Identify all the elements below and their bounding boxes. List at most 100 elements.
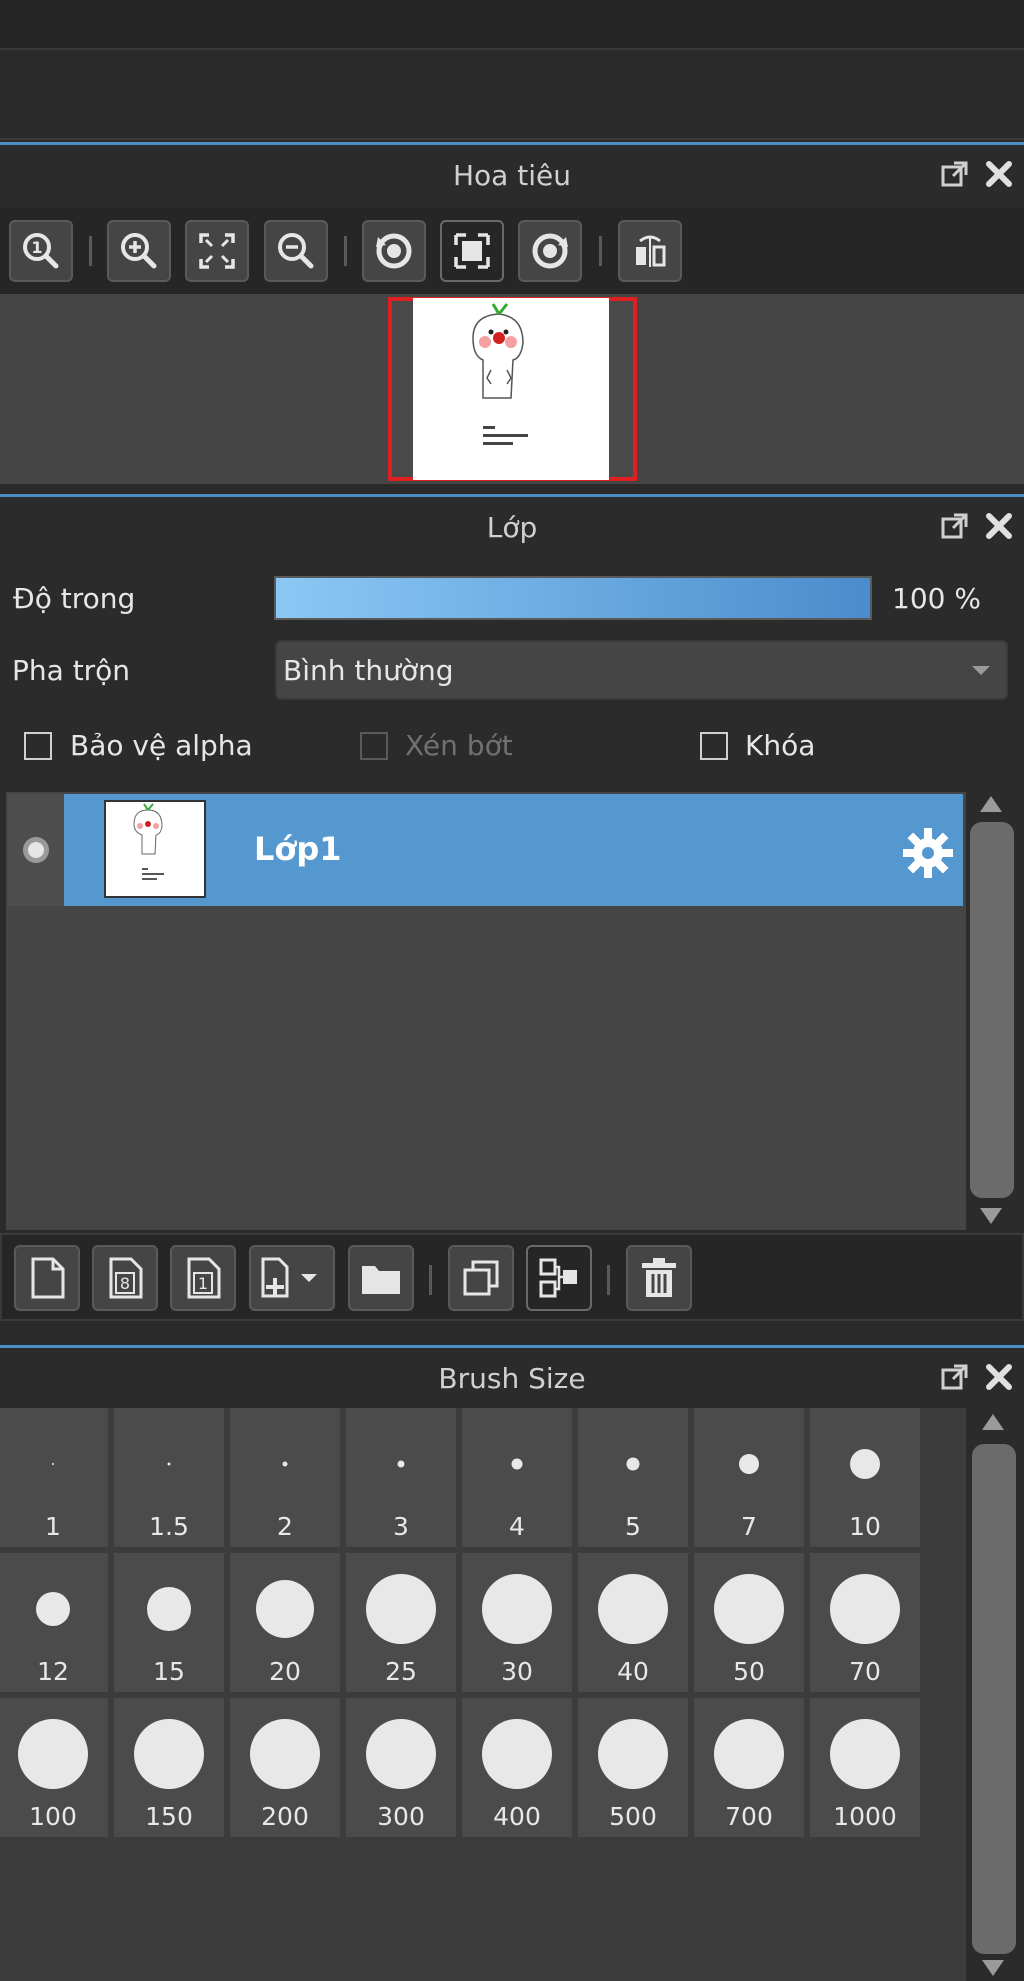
layer-row[interactable]: Lớp1	[8, 794, 963, 906]
brush-size-cell[interactable]: 1	[0, 1408, 108, 1547]
fit-screen-button[interactable]	[185, 220, 249, 282]
brush-size-cell[interactable]: 4	[462, 1408, 572, 1547]
brush-size-cell[interactable]: 20	[230, 1553, 340, 1692]
svg-text:1: 1	[31, 238, 42, 257]
brush-size-preview	[52, 1463, 54, 1465]
brush-size-cell[interactable]: 10	[810, 1408, 920, 1547]
brush-size-cell[interactable]: 100	[0, 1698, 108, 1837]
brush-size-preview	[250, 1719, 320, 1789]
brush-size-label: 700	[725, 1802, 773, 1831]
brush-size-cell[interactable]: 200	[230, 1698, 340, 1837]
blend-mode-value: Bình thường	[283, 654, 454, 687]
merge-layer-button[interactable]	[526, 1245, 592, 1311]
brush-size-cell[interactable]: 40	[578, 1553, 688, 1692]
protect-alpha-label: Bảo vệ alpha	[70, 729, 253, 762]
blend-label: Pha trộn	[12, 654, 131, 687]
brush-size-cell[interactable]: 1000	[810, 1698, 920, 1837]
separator	[429, 1265, 432, 1295]
close-icon[interactable]	[982, 1360, 1016, 1394]
close-icon[interactable]	[982, 509, 1016, 543]
new-layer-icon	[31, 1257, 65, 1299]
zoom-actual-button[interactable]: 1	[9, 220, 73, 282]
brush-size-cell[interactable]: 70	[810, 1553, 920, 1692]
brush-size-label: 3	[393, 1512, 409, 1541]
lock-checkbox[interactable]	[700, 732, 728, 760]
brush-size-scrollbar[interactable]	[966, 1408, 1024, 1981]
brush-size-cell[interactable]: 150	[114, 1698, 224, 1837]
layer-list-scrollbar[interactable]	[966, 792, 1018, 1230]
new-1bit-layer-button[interactable]: 1	[170, 1245, 236, 1311]
zoom-out-button[interactable]	[264, 220, 328, 282]
close-icon[interactable]	[982, 157, 1016, 191]
zoom-actual-icon: 1	[23, 233, 59, 269]
brush-size-label: 300	[377, 1802, 425, 1831]
new-1bit-layer-icon: 1	[187, 1257, 221, 1299]
brush-size-label: 12	[37, 1657, 69, 1686]
brush-size-label: 400	[493, 1802, 541, 1831]
flip-horizontal-button[interactable]	[618, 220, 682, 282]
scroll-up-icon[interactable]	[980, 796, 1002, 812]
brush-size-cell[interactable]: 12	[0, 1553, 108, 1692]
gear-icon[interactable]	[901, 826, 955, 880]
brush-size-preview	[147, 1587, 191, 1631]
navigator-toolbar: 1	[0, 208, 1024, 294]
brush-size-preview	[397, 1460, 405, 1468]
brush-size-cell[interactable]: 700	[694, 1698, 804, 1837]
scroll-thumb[interactable]	[972, 1444, 1016, 1954]
rotate-left-button[interactable]	[362, 220, 426, 282]
brush-size-cell[interactable]: 400	[462, 1698, 572, 1837]
new-8bit-layer-icon: 8	[109, 1257, 143, 1299]
new-folder-button[interactable]	[348, 1245, 414, 1311]
blend-mode-select[interactable]: Bình thường	[275, 640, 1008, 700]
brush-size-cell[interactable]: 5	[578, 1408, 688, 1547]
separator	[89, 236, 92, 266]
brush-size-label: 100	[29, 1802, 77, 1831]
navigator-header: Hoa tiêu	[0, 145, 1024, 205]
brush-size-label: 15	[153, 1657, 185, 1686]
clipping-checkbox[interactable]	[360, 732, 388, 760]
rotate-right-button[interactable]	[518, 220, 582, 282]
new-layer-button[interactable]	[14, 1245, 80, 1311]
scroll-down-icon[interactable]	[982, 1960, 1004, 1976]
scroll-thumb[interactable]	[970, 822, 1014, 1198]
brush-size-cell[interactable]: 3	[346, 1408, 456, 1547]
zoom-in-button[interactable]	[107, 220, 171, 282]
protect-alpha-checkbox[interactable]	[24, 732, 52, 760]
brush-size-cell[interactable]: 30	[462, 1553, 572, 1692]
brush-size-title: Brush Size	[438, 1362, 586, 1395]
brush-size-cell[interactable]: 1.5	[114, 1408, 224, 1547]
brush-size-cell[interactable]: 15	[114, 1553, 224, 1692]
new-8bit-layer-button[interactable]: 8	[92, 1245, 158, 1311]
scroll-up-icon[interactable]	[982, 1414, 1004, 1430]
brush-size-cell[interactable]: 50	[694, 1553, 804, 1692]
layer-visibility-toggle[interactable]	[8, 794, 64, 906]
scroll-down-icon[interactable]	[980, 1208, 1002, 1224]
add-layer-dropdown-icon	[261, 1257, 317, 1298]
popout-icon[interactable]	[938, 509, 972, 543]
reset-rotation-button[interactable]	[440, 220, 504, 282]
brush-size-preview	[626, 1457, 640, 1471]
delete-layer-button[interactable]	[626, 1245, 692, 1311]
popout-icon[interactable]	[938, 1360, 972, 1394]
brush-size-preview	[256, 1580, 314, 1638]
add-layer-dropdown-button[interactable]	[249, 1245, 335, 1311]
brush-size-cell[interactable]: 25	[346, 1553, 456, 1692]
brush-size-preview	[366, 1719, 436, 1789]
fit-screen-icon	[199, 233, 235, 269]
brush-size-label: 4	[509, 1512, 525, 1541]
brush-size-cell[interactable]: 2	[230, 1408, 340, 1547]
brush-size-label: 7	[741, 1512, 757, 1541]
brush-size-cell[interactable]: 500	[578, 1698, 688, 1837]
reset-rotation-icon	[454, 233, 490, 269]
brush-size-cell[interactable]: 300	[346, 1698, 456, 1837]
brush-size-cell[interactable]: 7	[694, 1408, 804, 1547]
navigator-preview-area	[0, 294, 1024, 484]
brush-size-label: 50	[733, 1657, 765, 1686]
duplicate-layer-icon	[463, 1260, 499, 1296]
opacity-slider[interactable]	[274, 576, 872, 620]
canvas-thumbnail	[413, 298, 609, 480]
duplicate-layer-button[interactable]	[448, 1245, 514, 1311]
layer-thumbnail	[104, 800, 206, 898]
popout-icon[interactable]	[938, 157, 972, 191]
brush-size-preview	[714, 1574, 784, 1644]
